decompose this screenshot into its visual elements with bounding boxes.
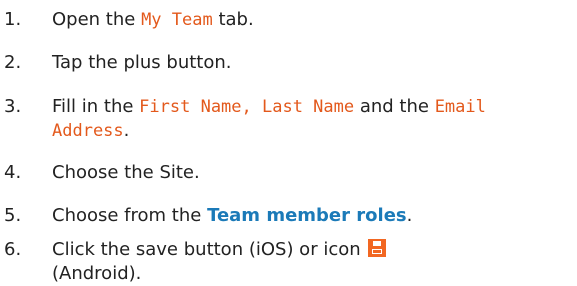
my-team-tab-label: My Team (141, 10, 213, 30)
email-field-label: Email (434, 97, 486, 117)
step-text: Open the My Team tab. (52, 8, 572, 32)
name-fields-label: First Name, Last Name (139, 97, 355, 117)
step-text: Choose the Site. (52, 162, 200, 183)
email-field-label-cont: Address (52, 121, 124, 141)
step-text-part: Click the save button (iOS) or icon (52, 239, 361, 260)
step-text-part: Open the (52, 9, 142, 30)
step-number: 5. (4, 205, 22, 226)
team-member-roles-link[interactable]: Team member roles (207, 205, 407, 226)
step-number: 4. (4, 162, 22, 183)
step-text-part: . (123, 120, 130, 141)
step-text-part: Choose from the (52, 205, 208, 226)
step-text-part: and the (354, 96, 435, 117)
step-text-part: Fill in the (52, 96, 140, 117)
step-text: Fill in the First Name, Last Name and th… (52, 95, 572, 143)
step-text-part: tab. (212, 9, 254, 30)
step-number: 1. (4, 9, 22, 30)
step-text-part: . (406, 205, 413, 226)
save-icon (368, 239, 387, 257)
step-text: Tap the plus button. (52, 52, 232, 73)
step-text: Choose from the Team member roles. (52, 204, 572, 228)
step-number: 2. (4, 52, 22, 73)
step-text-part: (Android). (52, 263, 142, 284)
step-number: 6. (4, 239, 22, 260)
step-number: 3. (4, 96, 22, 117)
